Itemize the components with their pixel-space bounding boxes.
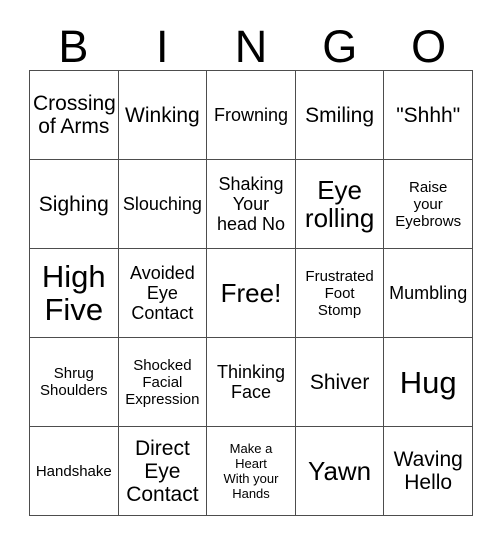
bingo-grid: Crossing of Arms Winking Frowning Smiling "S… xyxy=(29,70,473,516)
bingo-cell-label: Yawn xyxy=(308,456,372,486)
bingo-cell[interactable]: Crossing of Arms xyxy=(30,71,119,160)
bingo-cell-label: Frustrated Foot Stomp xyxy=(305,267,374,319)
bingo-cell-label: Direct Eye Contact xyxy=(126,436,199,506)
header-letter-i: I xyxy=(155,21,169,72)
bingo-cell-label: Winking xyxy=(125,103,200,127)
bingo-cell[interactable]: Shaking Your head No xyxy=(207,160,296,249)
bingo-cell-label: Thinking Face xyxy=(216,362,286,402)
bingo-cell[interactable]: Sighing xyxy=(30,160,119,249)
bingo-cell[interactable]: Frowning xyxy=(207,71,296,160)
bingo-cell-label: Smiling xyxy=(305,103,375,127)
bingo-cell-label: High Five xyxy=(41,259,106,327)
bingo-cell-label: Shiver xyxy=(309,370,370,394)
bingo-header: B I N G O xyxy=(29,14,473,70)
bingo-cell-label: Shaking Your head No xyxy=(216,174,286,234)
bingo-cell[interactable]: Shiver xyxy=(295,338,385,427)
bingo-card: B I N G O Crossing of Arms Winking Frownin… xyxy=(0,0,500,544)
bingo-cell[interactable]: Shrug Shoulders xyxy=(30,338,119,427)
bingo-cell-label: Make a Heart With your Hands xyxy=(223,441,279,501)
bingo-cell-label: Shocked Facial Expression xyxy=(125,356,200,408)
header-letter-o: O xyxy=(411,21,447,72)
bingo-cell[interactable]: Avoided Eye Contact xyxy=(118,249,208,338)
bingo-cell[interactable]: Raise your Eyebrows xyxy=(384,160,473,249)
bingo-cell-label: Waving Hello xyxy=(393,448,463,494)
bingo-cell[interactable]: Shocked Facial Expression xyxy=(118,338,208,427)
bingo-cell-label: Shrug Shoulders xyxy=(40,365,108,399)
bingo-cell[interactable]: Hug xyxy=(384,338,473,427)
bingo-cell-label: Free! xyxy=(220,278,282,308)
header-letter-b: B xyxy=(58,21,89,72)
bingo-cell-label: Handshake xyxy=(35,462,112,480)
bingo-cell[interactable]: Winking xyxy=(118,71,208,160)
bingo-cell[interactable]: Waving Hello xyxy=(384,427,473,516)
bingo-cell-label: Slouching xyxy=(122,194,202,214)
bingo-cell-label: Crossing of Arms xyxy=(33,92,116,138)
bingo-cell[interactable]: Frustrated Foot Stomp xyxy=(295,249,385,338)
bingo-cell-label: "Shhh" xyxy=(396,103,461,127)
bingo-cell[interactable]: Slouching xyxy=(118,160,208,249)
bingo-cell[interactable]: Direct Eye Contact xyxy=(118,427,208,516)
bingo-cell[interactable]: Yawn xyxy=(295,427,385,516)
bingo-cell-label: Eye rolling xyxy=(304,175,375,233)
bingo-cell-label: Mumbling xyxy=(389,283,468,303)
bingo-cell-label: Frowning xyxy=(213,105,288,125)
bingo-cell-label: Raise your Eyebrows xyxy=(395,178,462,230)
bingo-cell[interactable]: "Shhh" xyxy=(384,71,473,160)
bingo-cell[interactable]: Eye rolling xyxy=(295,160,385,249)
bingo-cell[interactable]: Free! xyxy=(207,249,296,338)
header-letter-g: G xyxy=(322,21,358,72)
header-letter-n: N xyxy=(234,21,268,72)
bingo-cell[interactable]: Handshake xyxy=(30,427,119,516)
bingo-cell[interactable]: High Five xyxy=(30,249,119,338)
bingo-cell[interactable]: Mumbling xyxy=(384,249,473,338)
bingo-cell[interactable]: Thinking Face xyxy=(207,338,296,427)
bingo-cell[interactable]: Smiling xyxy=(295,71,385,160)
bingo-cell-label: Hug xyxy=(399,364,457,400)
bingo-cell-label: Sighing xyxy=(38,192,109,216)
bingo-cell[interactable]: Make a Heart With your Hands xyxy=(207,427,296,516)
bingo-cell-label: Avoided Eye Contact xyxy=(130,263,195,323)
